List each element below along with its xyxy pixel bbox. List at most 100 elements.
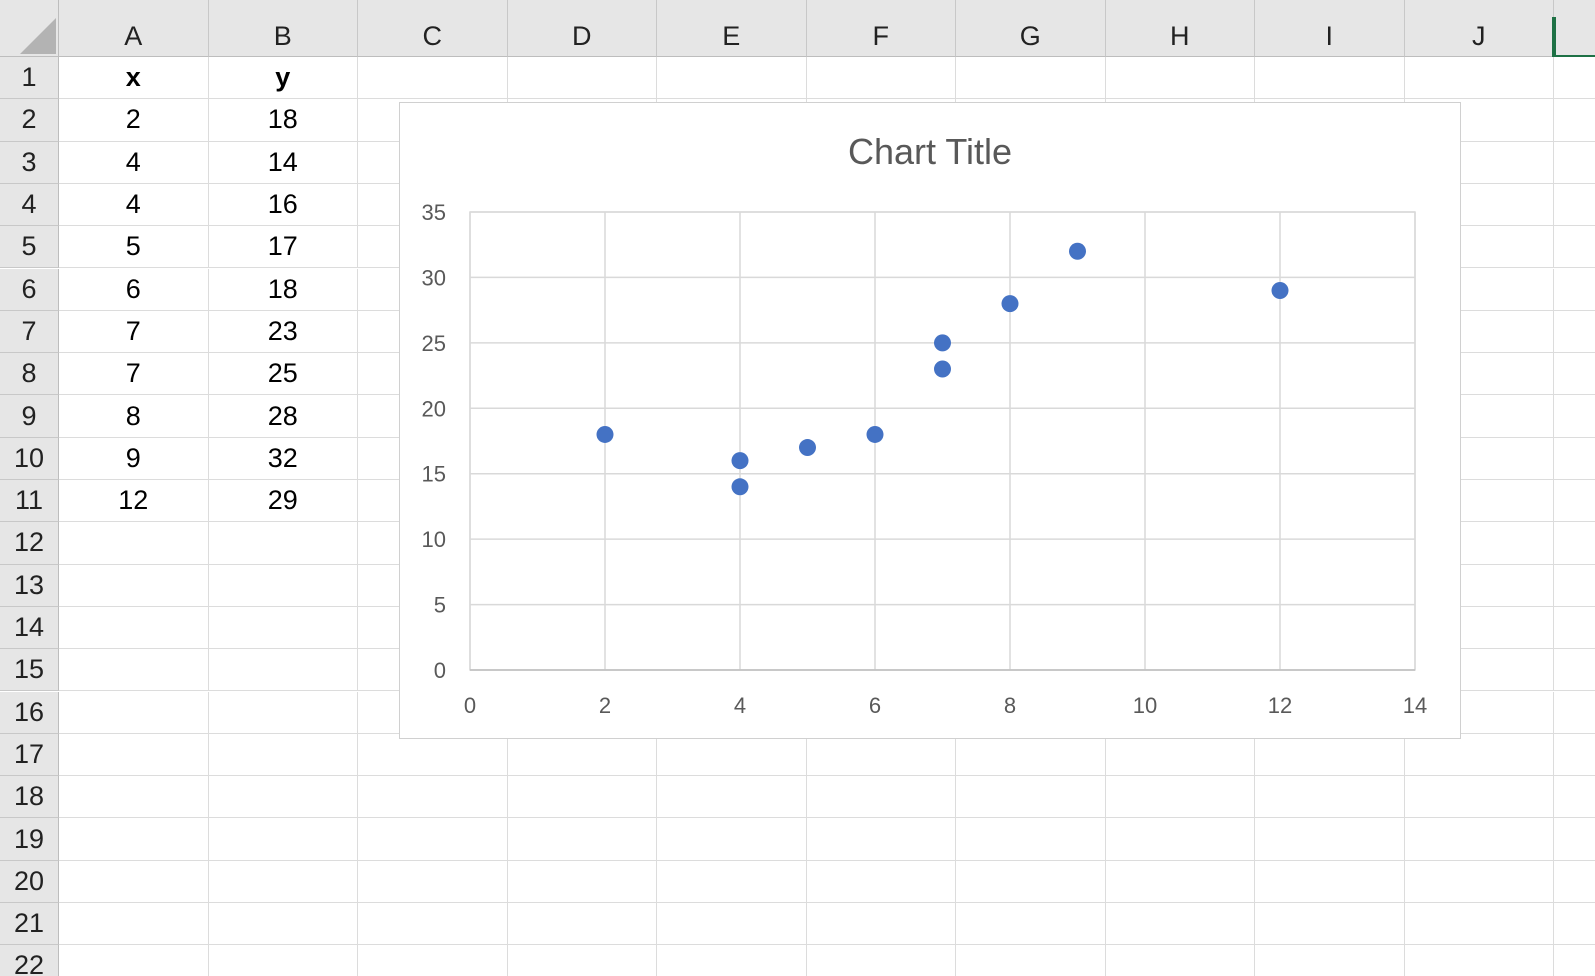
cell[interactable] <box>1255 903 1405 946</box>
cell[interactable] <box>507 818 657 861</box>
row-header-11[interactable]: 11 <box>0 480 59 523</box>
cell[interactable] <box>59 903 209 946</box>
cell[interactable] <box>806 776 956 819</box>
cell[interactable] <box>208 522 358 565</box>
cell[interactable] <box>208 903 358 946</box>
cell[interactable] <box>358 903 508 946</box>
cell[interactable] <box>507 733 657 777</box>
cell-b8[interactable]: 25 <box>208 353 358 396</box>
cell-a4[interactable]: 4 <box>59 183 209 227</box>
cell[interactable] <box>1554 269 1595 311</box>
cell[interactable] <box>806 57 956 100</box>
cell[interactable] <box>1106 945 1255 976</box>
cell[interactable] <box>1554 818 1595 861</box>
cell[interactable] <box>1554 776 1595 819</box>
cell[interactable] <box>1554 522 1595 565</box>
column-header-extra[interactable] <box>1554 0 1595 57</box>
cell[interactable] <box>806 903 956 946</box>
cell[interactable] <box>806 860 956 903</box>
cell-b11[interactable]: 29 <box>208 480 358 523</box>
cell-a5[interactable]: 5 <box>59 226 209 269</box>
cell[interactable] <box>507 776 657 819</box>
column-header-g[interactable]: G <box>956 0 1106 57</box>
cell-b5[interactable]: 17 <box>208 226 358 269</box>
cell[interactable] <box>1554 734 1595 777</box>
row-header-4[interactable]: 4 <box>0 183 59 227</box>
cell-a11[interactable]: 12 <box>59 480 209 523</box>
cell[interactable] <box>1554 311 1595 354</box>
cell[interactable] <box>358 776 508 819</box>
cell[interactable] <box>1105 57 1255 100</box>
cell[interactable] <box>507 57 657 100</box>
cell[interactable] <box>1554 861 1595 903</box>
cell[interactable] <box>657 903 807 946</box>
cell[interactable] <box>1404 57 1554 100</box>
cell[interactable] <box>1554 395 1595 438</box>
cell-a6[interactable]: 6 <box>59 268 209 311</box>
cell[interactable] <box>507 903 657 946</box>
cell[interactable] <box>657 818 807 861</box>
cell[interactable] <box>59 522 209 565</box>
cell[interactable] <box>1554 353 1595 396</box>
cell[interactable] <box>1554 903 1595 946</box>
row-header-15[interactable]: 15 <box>0 649 59 692</box>
spreadsheet[interactable]: A B C D E F G H I J 1 x y 2 2 18 3 4 14 4 4 16 5 5 17 6 6 18 7 7 23 8 7 2… <box>0 0 1595 976</box>
cell[interactable] <box>1554 142 1595 184</box>
row-header-16[interactable]: 16 <box>0 691 59 734</box>
column-header-b[interactable]: B <box>208 0 358 57</box>
row-header-20[interactable]: 20 <box>0 860 59 903</box>
cell[interactable] <box>1404 776 1554 819</box>
cell-a8[interactable]: 7 <box>59 353 209 396</box>
cell[interactable] <box>208 860 358 903</box>
row-header-21[interactable]: 21 <box>0 903 59 946</box>
row-header-17[interactable]: 17 <box>0 733 59 777</box>
cell[interactable] <box>59 818 209 861</box>
data-point[interactable] <box>596 425 614 443</box>
cell[interactable] <box>1404 818 1554 861</box>
cell-b9[interactable]: 28 <box>208 395 358 438</box>
data-point[interactable] <box>1069 242 1086 260</box>
data-point[interactable] <box>731 478 749 496</box>
row-header-6[interactable]: 6 <box>0 268 59 311</box>
cell[interactable] <box>1105 903 1255 946</box>
row-header-3[interactable]: 3 <box>0 141 59 184</box>
data-point[interactable] <box>799 439 816 457</box>
cell[interactable] <box>1554 438 1595 480</box>
cell[interactable] <box>508 945 657 976</box>
cell[interactable] <box>1105 733 1255 777</box>
row-header-8[interactable]: 8 <box>0 353 59 396</box>
cell[interactable] <box>1105 776 1255 819</box>
cell[interactable] <box>1554 565 1595 607</box>
data-point[interactable] <box>934 360 951 378</box>
cell[interactable] <box>1554 57 1595 100</box>
cell[interactable] <box>358 818 508 861</box>
cell-a9[interactable]: 8 <box>59 395 209 438</box>
row-header-18[interactable]: 18 <box>0 776 59 819</box>
cell[interactable] <box>956 818 1106 861</box>
cell[interactable] <box>1255 57 1405 100</box>
cell-b4[interactable]: 16 <box>208 183 358 227</box>
cell[interactable] <box>956 903 1106 946</box>
data-point[interactable] <box>731 452 749 470</box>
cell[interactable] <box>1404 860 1554 903</box>
cell[interactable] <box>59 564 209 607</box>
cell[interactable] <box>657 860 807 903</box>
row-header-5[interactable]: 5 <box>0 226 59 269</box>
column-header-h[interactable]: H <box>1105 0 1255 57</box>
cell[interactable] <box>358 57 508 100</box>
cell[interactable] <box>1405 945 1554 976</box>
cell[interactable] <box>1554 692 1595 734</box>
cell[interactable] <box>208 649 358 692</box>
column-header-a[interactable]: A <box>59 0 209 57</box>
cell[interactable] <box>208 606 358 650</box>
cell[interactable] <box>956 57 1106 100</box>
column-header-j[interactable]: J <box>1404 0 1554 57</box>
cell[interactable] <box>1554 607 1595 650</box>
cell[interactable] <box>1554 945 1595 976</box>
cell[interactable] <box>208 564 358 607</box>
cell[interactable] <box>59 945 209 976</box>
cell[interactable] <box>59 606 209 650</box>
cell[interactable] <box>1255 818 1405 861</box>
row-header-13[interactable]: 13 <box>0 564 59 607</box>
row-header-19[interactable]: 19 <box>0 818 59 861</box>
